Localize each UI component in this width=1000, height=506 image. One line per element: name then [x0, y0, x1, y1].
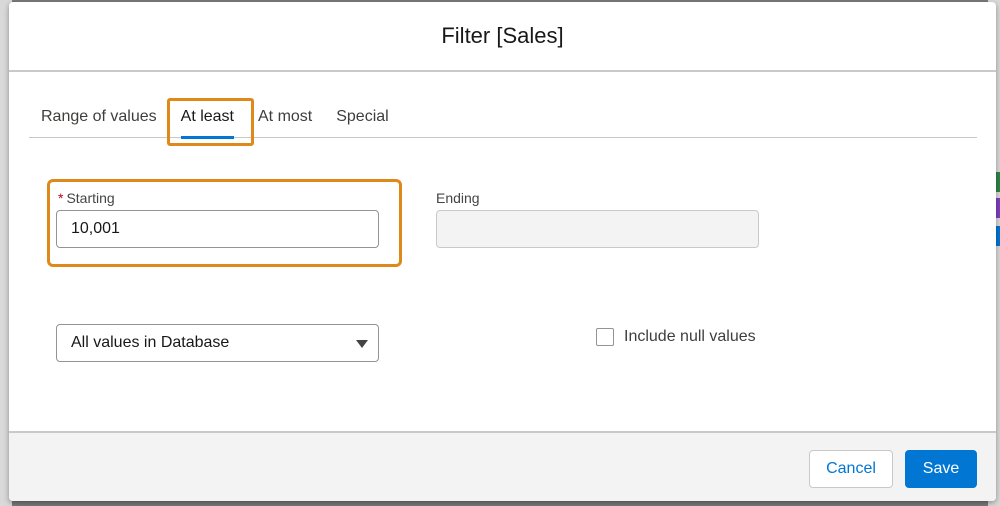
modal-header: Filter [Sales]	[9, 2, 996, 72]
checkbox-box[interactable]	[596, 328, 614, 346]
include-null-checkbox[interactable]: Include null values	[596, 328, 756, 346]
starting-label: * Starting	[58, 190, 115, 206]
modal-footer: Cancel Save	[9, 431, 996, 501]
starting-input[interactable]: 10,001	[56, 210, 379, 248]
include-null-label: Include null values	[624, 328, 756, 345]
ending-label: Ending	[436, 190, 480, 206]
starting-label-text: Starting	[66, 190, 115, 206]
tab-at-least[interactable]: At least	[169, 100, 246, 139]
ending-input[interactable]	[436, 210, 759, 248]
values-select[interactable]: All values in Database	[56, 324, 379, 362]
tab-at-most[interactable]: At most	[246, 100, 324, 138]
filter-modal: Filter [Sales] Range of values At least …	[9, 2, 996, 501]
cancel-button[interactable]: Cancel	[809, 450, 893, 488]
modal-title: Filter [Sales]	[441, 23, 564, 48]
values-select-value: All values in Database	[71, 334, 230, 351]
tab-special[interactable]: Special	[324, 100, 400, 138]
filter-tabs: Range of values At least At most Special	[29, 100, 977, 139]
tab-range-of-values[interactable]: Range of values	[29, 100, 169, 138]
required-mark: *	[58, 190, 64, 206]
caret-down-icon	[356, 340, 368, 348]
save-button[interactable]: Save	[905, 450, 977, 488]
